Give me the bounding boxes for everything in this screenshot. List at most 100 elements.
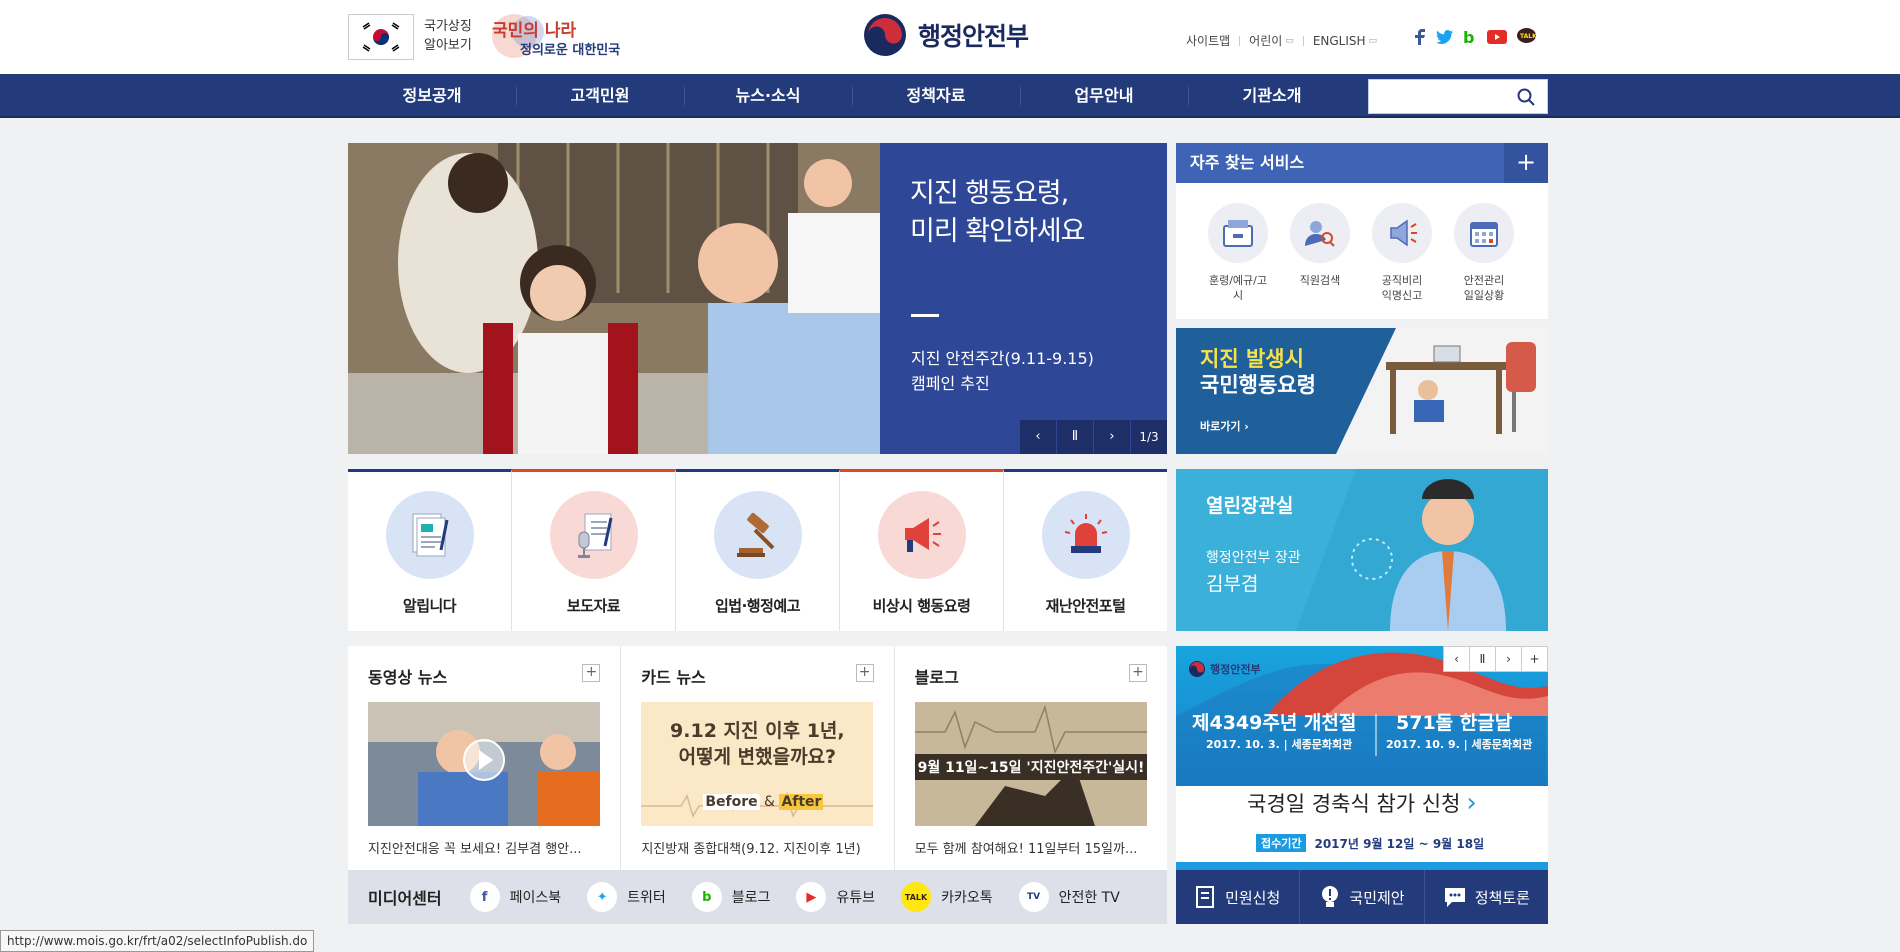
event-cta-label: 국경일 경축식 참가 신청 [1247,792,1461,816]
event-org: 행정안전부 [1210,663,1261,676]
quick-service-corruption-report[interactable]: 공직비리 익명신고 [1372,203,1432,303]
quick-service-regulations[interactable]: 훈령/예규/고시 [1208,203,1268,303]
nav-item-policy-materials[interactable]: 정책자료 [852,74,1020,118]
card-news-caption[interactable]: 지진방재 종합대책(9.12. 지진이후 1년) [641,838,873,857]
blog-icon[interactable]: b [1463,29,1477,45]
nav-item-info-disclosure[interactable]: 정보공개 [348,74,516,118]
slogan-line1: 국민의 나라 [492,21,576,41]
card-news-more-button[interactable]: + [855,664,874,682]
youtube-icon[interactable] [1487,29,1507,44]
hero-title-line2: 미리 확인하세요 [910,216,1085,247]
card-news-thumbnail[interactable]: 9.12 지진 이후 1년, 어떻게 변했을까요? Before & After [641,702,874,826]
blog-thumb-text: 9월 11일~15일 '지진안전주간'실시! [917,759,1144,776]
hero-next-button[interactable]: › [1093,420,1130,454]
media-safety-tv[interactable]: TV 안전한 TV [1018,882,1120,912]
blog-news-more-button[interactable]: + [1128,664,1147,682]
civil-proposal-button[interactable]: 국민제안 [1300,870,1425,924]
event-next-button[interactable]: › [1495,646,1522,672]
nav-item-customer-complaints[interactable]: 고객민원 [516,74,684,118]
quick-service-staff-search[interactable]: 직원검색 [1290,203,1350,303]
quick-service-safety-status[interactable]: 안전관리 일일상황 [1454,203,1514,303]
blog-news: 블로그 + 9월 11일~15일 '지진안전주간'실시! 모두 함께 참여해요!… [895,646,1167,870]
blog-thumbnail[interactable]: 9월 11일~15일 '지진안전주간'실시! [914,702,1147,826]
civil-petition-button[interactable]: 민원신청 [1176,870,1301,924]
kakaotalk-icon[interactable]: TALK [1517,28,1536,45]
icon-menu-legislation[interactable]: 입법·행정예고 [676,469,840,631]
sitemap-link[interactable]: 사이트맵 [1186,32,1230,49]
search-icon[interactable] [1517,88,1535,106]
symbol-label-line1: 국가상징 [424,19,472,34]
card-news-title: 카드 뉴스 [641,668,706,687]
blog-caption[interactable]: 모두 함께 참여해요! 11일부터 15일까... [915,838,1147,857]
site-logo[interactable]: 행정안전부 [862,12,1029,58]
nav-item-about[interactable]: 기관소개 [1188,74,1356,118]
chevron-right-icon: › [1466,788,1477,818]
hero-prev-button[interactable]: ‹ [1019,420,1056,454]
search-input[interactable] [1369,80,1509,113]
media-twitter[interactable]: ✦ 트위터 [587,882,666,912]
media-label: 유튜브 [836,890,876,906]
video-news-title: 동영상 뉴스 [368,668,448,687]
quick-services-title: 자주 찾는 서비스 [1190,153,1305,172]
event-cta[interactable]: 국경일 경축식 참가 신청 › [1176,788,1548,818]
event-banner-top: 행정안전부 ‹ Ⅱ › + 제4349주년 개천절 2017. 10. 3. |… [1176,646,1548,786]
minister-office-banner[interactable]: 열린장관실 행정안전부 장관 김부겸 [1176,469,1548,631]
civil-label: 정책토론 [1474,888,1530,907]
kids-link[interactable]: 어린이 [1249,32,1282,49]
media-youtube[interactable]: ▶ 유튜브 [796,882,875,912]
hero-panel[interactable]: 지진 행동요령, 미리 확인하세요 지진 안전주간(9.11-9.15) 캠페인… [880,143,1167,454]
nav-item-work-guide[interactable]: 업무안내 [1020,74,1188,118]
icon-menu-notice[interactable]: 알립니다 [348,469,512,631]
media-facebook[interactable]: f 페이스북 [469,882,561,912]
event-banner[interactable]: 행정안전부 ‹ Ⅱ › + 제4349주년 개천절 2017. 10. 3. |… [1176,646,1548,870]
media-kakaotalk[interactable]: TALK 카카오톡 [901,882,993,912]
quake-title-line2: 국민행동요령 [1200,373,1316,397]
media-label: 안전한 TV [1058,890,1120,906]
icon-menu-label: 알립니다 [402,597,457,615]
quick-service-label-2: 익명신고 [1381,289,1423,302]
facebook-icon[interactable] [1414,28,1426,45]
youtube-icon: ▶ [796,882,827,912]
video-news-more-button[interactable]: + [582,664,601,682]
hero-counter: 1/3 [1130,420,1167,454]
hero-divider [911,314,939,317]
news-section: 동영상 뉴스 + 지진안전대응 꼭 보세요! 김부겸 행안... 카드 뉴스 +… [348,646,1167,870]
quake-title-line1: 지진 발생시 [1200,347,1304,371]
national-symbol-label[interactable]: 국가상징 알아보기 [424,17,472,55]
quick-services-header: 자주 찾는 서비스 + [1176,143,1548,183]
twitter-icon[interactable] [1436,29,1453,44]
video-news-caption[interactable]: 지진안전대응 꼭 보세요! 김부겸 행안... [368,838,600,857]
media-label: 블로그 [731,890,771,906]
blog-icon: b [691,882,722,912]
event-prev-button[interactable]: ‹ [1443,646,1470,672]
english-link[interactable]: ENGLISH [1313,34,1366,48]
hero-pause-button[interactable]: Ⅱ [1056,420,1093,454]
media-blog[interactable]: b 블로그 [691,882,771,912]
icon-menu-emergency-guide[interactable]: 비상시 행동요령 [840,469,1004,631]
nav-item-news[interactable]: 뉴스·소식 [684,74,852,118]
civil-debate-button[interactable]: 정책토론 [1425,870,1548,924]
hero-photo[interactable] [348,143,880,454]
event2-title: 571돌 한글날 [1396,712,1513,734]
taegukgi-icon [358,21,404,53]
hero-desc-line1: 지진 안전주간(9.11-9.15) [911,349,1094,368]
government-emblem-icon [1189,661,1205,677]
video-news-thumbnail[interactable] [368,702,600,826]
event-pause-button[interactable]: Ⅱ [1469,646,1496,672]
icon-menu-press-release[interactable]: 보도자료 [512,469,676,631]
svg-text:TALK: TALK [1520,33,1536,40]
national-symbol-link[interactable] [348,14,414,60]
event-more-button[interactable]: + [1521,646,1548,672]
minister-title: 열린장관실 [1206,495,1294,517]
icon-menu-disaster-portal[interactable]: 재난안전포털 [1004,469,1167,631]
quick-services-more-button[interactable]: + [1504,143,1548,183]
quick-service-label: 훈령/예규/고시 [1208,274,1267,302]
slogan-logo: 국민의 나라 정의로운 대한민국 [488,12,638,60]
event-period-label: 접수기간 [1256,834,1307,852]
quick-service-label: 직원검색 [1299,274,1341,287]
card-thumb-line1: 9.12 지진 이후 1년, [670,720,845,742]
icon-menu-label: 입법·행정예고 [715,597,801,615]
media-center-title: 미디어센터 [368,889,442,908]
earthquake-banner[interactable]: 지진 발생시 국민행동요령 바로가기 › [1176,328,1548,454]
event-controls: ‹ Ⅱ › + [1443,646,1548,672]
